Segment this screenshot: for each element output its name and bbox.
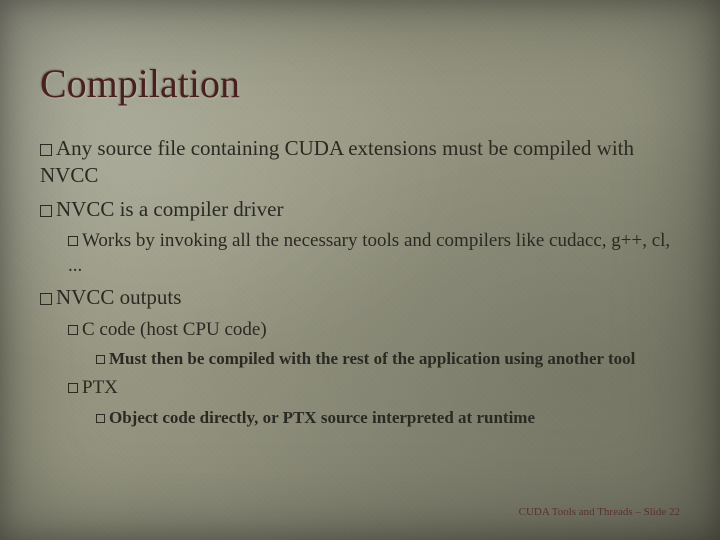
bullet-level-3: Must then be compiled with the rest of t… <box>96 348 680 370</box>
bullet-text: C code (host CPU code) <box>82 319 267 340</box>
slide: Compilation Any source file containing C… <box>0 0 720 540</box>
square-bullet-icon <box>40 293 52 305</box>
bullet-level-2: C code (host CPU code) <box>68 318 680 343</box>
bullet-text: Must then be compiled with the rest of t… <box>109 349 635 368</box>
bullet-level-1: NVCC outputs <box>40 284 680 311</box>
bullet-level-1: Any source file containing CUDA extensio… <box>40 135 680 190</box>
bullet-text: Works by invoking all the necessary tool… <box>68 230 670 276</box>
square-bullet-icon <box>96 355 105 364</box>
slide-footer: CUDA Tools and Threads – Slide 22 <box>519 506 680 518</box>
slide-content: Any source file containing CUDA extensio… <box>40 135 680 429</box>
square-bullet-icon <box>68 325 78 335</box>
bullet-text: Any source file containing CUDA extensio… <box>40 136 634 187</box>
slide-title: Compilation <box>40 60 680 107</box>
square-bullet-icon <box>40 205 52 217</box>
bullet-text: NVCC is a compiler driver <box>56 197 283 221</box>
bullet-level-1: NVCC is a compiler driver <box>40 196 680 223</box>
bullet-text: PTX <box>82 377 118 398</box>
bullet-text: Object code directly, or PTX source inte… <box>109 408 535 427</box>
square-bullet-icon <box>40 144 52 156</box>
square-bullet-icon <box>96 414 105 423</box>
bullet-level-2: PTX <box>68 376 680 401</box>
bullet-level-2: Works by invoking all the necessary tool… <box>68 229 680 278</box>
square-bullet-icon <box>68 236 78 246</box>
page-number: 22 <box>669 506 680 518</box>
square-bullet-icon <box>68 383 78 393</box>
footer-text: CUDA Tools and Threads – Slide <box>519 506 667 518</box>
bullet-level-3: Object code directly, or PTX source inte… <box>96 407 680 429</box>
bullet-text: NVCC outputs <box>56 285 181 309</box>
